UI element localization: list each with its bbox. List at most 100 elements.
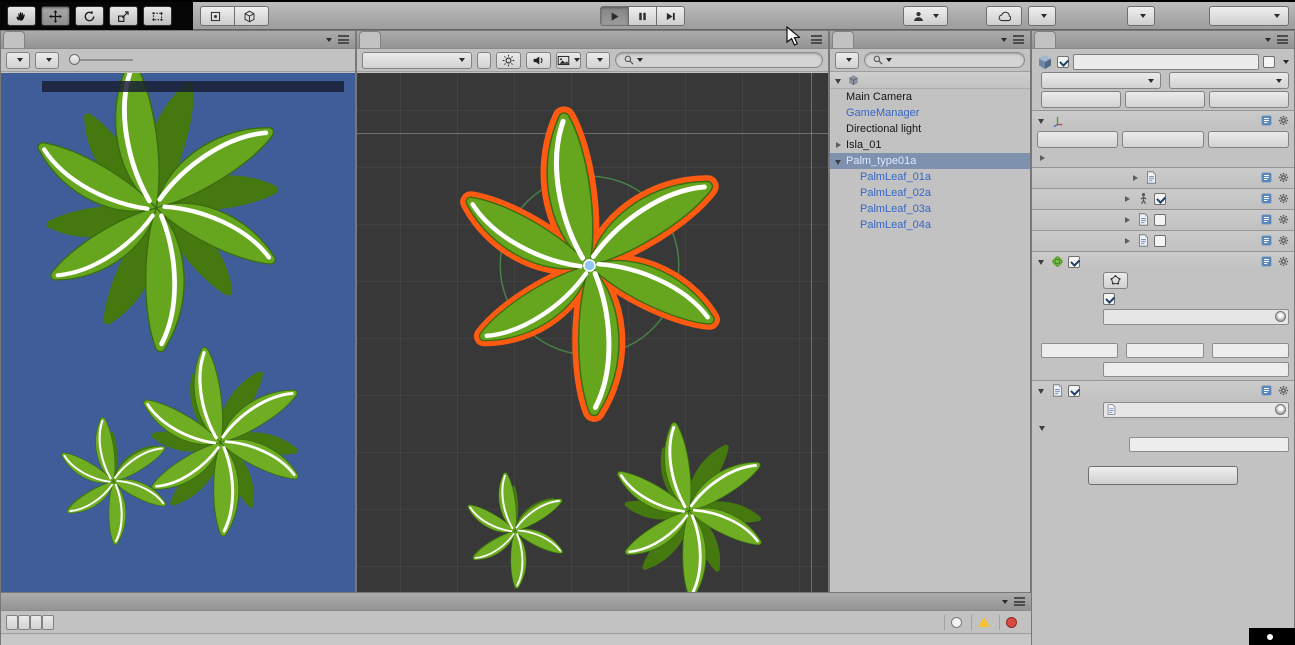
hierarchy-item[interactable]: PalmLeaf_02a (830, 185, 1030, 201)
hierarchy-search[interactable] (864, 52, 1025, 68)
size-field[interactable] (1129, 437, 1289, 452)
clear-on-play-button[interactable] (30, 614, 42, 630)
pivot-button[interactable] (200, 6, 235, 26)
gear-icon[interactable] (1277, 171, 1290, 184)
move-handle[interactable] (583, 259, 596, 272)
rotate-tool-button[interactable] (75, 6, 104, 26)
animation-offset-enabled-checkbox[interactable] (1154, 213, 1166, 226)
layer-dropdown[interactable] (1169, 72, 1289, 89)
game-panel-menu-icon[interactable] (338, 35, 349, 44)
animation-offset-header[interactable] (1032, 210, 1294, 229)
display-dropdown[interactable] (6, 51, 30, 69)
tab-inspector[interactable] (1034, 31, 1056, 48)
sprite-mesh-instances-row[interactable] (1032, 419, 1294, 435)
scene-effects-dropdown[interactable] (556, 51, 581, 69)
set-origin-foldout-arrow[interactable] (1037, 152, 1048, 163)
collapse-button[interactable] (18, 614, 30, 630)
scene-panel-menu-icon[interactable] (811, 35, 822, 44)
sphere-collider-foldout-arrow[interactable] (1036, 256, 1047, 267)
gear-icon[interactable] (1277, 255, 1290, 268)
transform-foldout-arrow[interactable] (1036, 115, 1047, 126)
tag-dropdown[interactable] (1041, 72, 1161, 89)
prefab-select-button[interactable] (1041, 91, 1121, 108)
create-dropdown[interactable] (835, 51, 859, 69)
scene-audio-button[interactable] (526, 51, 551, 69)
help-icon[interactable] (1260, 192, 1273, 205)
scene-lighting-button[interactable] (496, 51, 521, 69)
skinned-combiner-enabled-checkbox[interactable] (1068, 384, 1080, 397)
edit-collider-button[interactable] (1103, 272, 1128, 289)
rect-tool-button[interactable] (143, 6, 172, 26)
help-icon[interactable] (1260, 213, 1273, 226)
move-tool-button[interactable] (41, 6, 70, 26)
tab-hierarchy[interactable] (832, 31, 854, 48)
collab-button[interactable] (903, 6, 948, 26)
is-trigger-checkbox[interactable] (1103, 292, 1115, 305)
slider-knob[interactable] (69, 54, 80, 65)
gear-icon[interactable] (1277, 114, 1290, 127)
scale-button[interactable] (1207, 131, 1289, 148)
foldout-arrow[interactable] (847, 220, 858, 231)
radius-field[interactable] (1103, 362, 1289, 377)
object-picker-icon[interactable] (1275, 311, 1286, 322)
hand-tool-button[interactable] (7, 6, 36, 26)
foldout-arrow[interactable] (833, 92, 844, 103)
bottom-panel-dropdown-icon[interactable] (1002, 599, 1008, 604)
info-badge[interactable] (944, 614, 971, 630)
switch-anim-foldout-arrow[interactable] (1122, 235, 1133, 246)
scale-slider[interactable] (69, 53, 133, 67)
palm-sprite-medium[interactable] (589, 411, 789, 592)
error-badge[interactable] (999, 614, 1026, 630)
scene-search[interactable] (615, 52, 823, 68)
hierarchy-search-input[interactable] (894, 54, 1017, 66)
switch-anim-enabled-checkbox[interactable] (1154, 234, 1166, 247)
rotation-button[interactable] (1122, 131, 1204, 148)
aspect-dropdown[interactable] (35, 51, 59, 69)
prefab-revert-button[interactable] (1125, 91, 1205, 108)
center-z-field[interactable] (1211, 343, 1289, 358)
sphere-collider-header[interactable] (1032, 252, 1294, 271)
help-icon[interactable] (1260, 171, 1273, 184)
center-x-field[interactable] (1041, 343, 1119, 358)
script-object-field[interactable] (1103, 401, 1289, 418)
pose-manager-foldout-arrow[interactable] (1130, 172, 1141, 183)
gear-icon[interactable] (1277, 213, 1290, 226)
help-icon[interactable] (1260, 234, 1273, 247)
shading-mode-dropdown[interactable] (362, 51, 472, 69)
layout-dropdown[interactable] (1209, 6, 1289, 26)
center-y-field[interactable] (1126, 343, 1204, 358)
clear-button[interactable] (6, 614, 18, 630)
hierarchy-lock-icon[interactable] (1001, 37, 1007, 42)
warning-badge[interactable] (971, 614, 999, 630)
position-button[interactable] (1037, 131, 1119, 148)
static-checkbox[interactable] (1263, 55, 1275, 68)
transform-header[interactable] (1032, 111, 1294, 130)
prefab-apply-button[interactable] (1209, 91, 1289, 108)
hierarchy-item[interactable]: Main Camera (830, 89, 1030, 105)
sphere-collider-enabled-checkbox[interactable] (1068, 255, 1080, 268)
hierarchy-item[interactable]: PalmLeaf_03a (830, 201, 1030, 217)
game-viewport[interactable] (1, 73, 355, 592)
tab-scene[interactable] (359, 31, 381, 48)
animator-foldout-arrow[interactable] (1122, 193, 1133, 204)
pause-button[interactable] (628, 6, 657, 26)
help-icon[interactable] (1260, 114, 1273, 127)
tab-game[interactable] (3, 31, 25, 48)
foldout-arrow[interactable] (847, 172, 858, 183)
console-log-area[interactable] (1, 635, 1031, 645)
foldout-arrow[interactable] (833, 140, 844, 151)
scene-foldout-arrow[interactable] (833, 75, 844, 86)
scene-search-input[interactable] (645, 54, 815, 66)
object-name-field[interactable] (1073, 53, 1259, 70)
hierarchy-item[interactable]: Palm_type01a (830, 153, 1030, 169)
pose-manager-header[interactable] (1032, 168, 1294, 187)
gear-icon[interactable] (1277, 234, 1290, 247)
animator-header[interactable] (1032, 189, 1294, 208)
palm-sprite-small[interactable] (449, 465, 581, 592)
skinned-combiner-header[interactable] (1032, 381, 1294, 400)
skinned-combiner-foldout-arrow[interactable] (1036, 385, 1047, 396)
bottom-panel-menu-icon[interactable] (1014, 597, 1025, 606)
set-origin-row[interactable] (1032, 149, 1294, 166)
account-dropdown[interactable] (1028, 6, 1056, 26)
foldout-arrow[interactable] (847, 188, 858, 199)
